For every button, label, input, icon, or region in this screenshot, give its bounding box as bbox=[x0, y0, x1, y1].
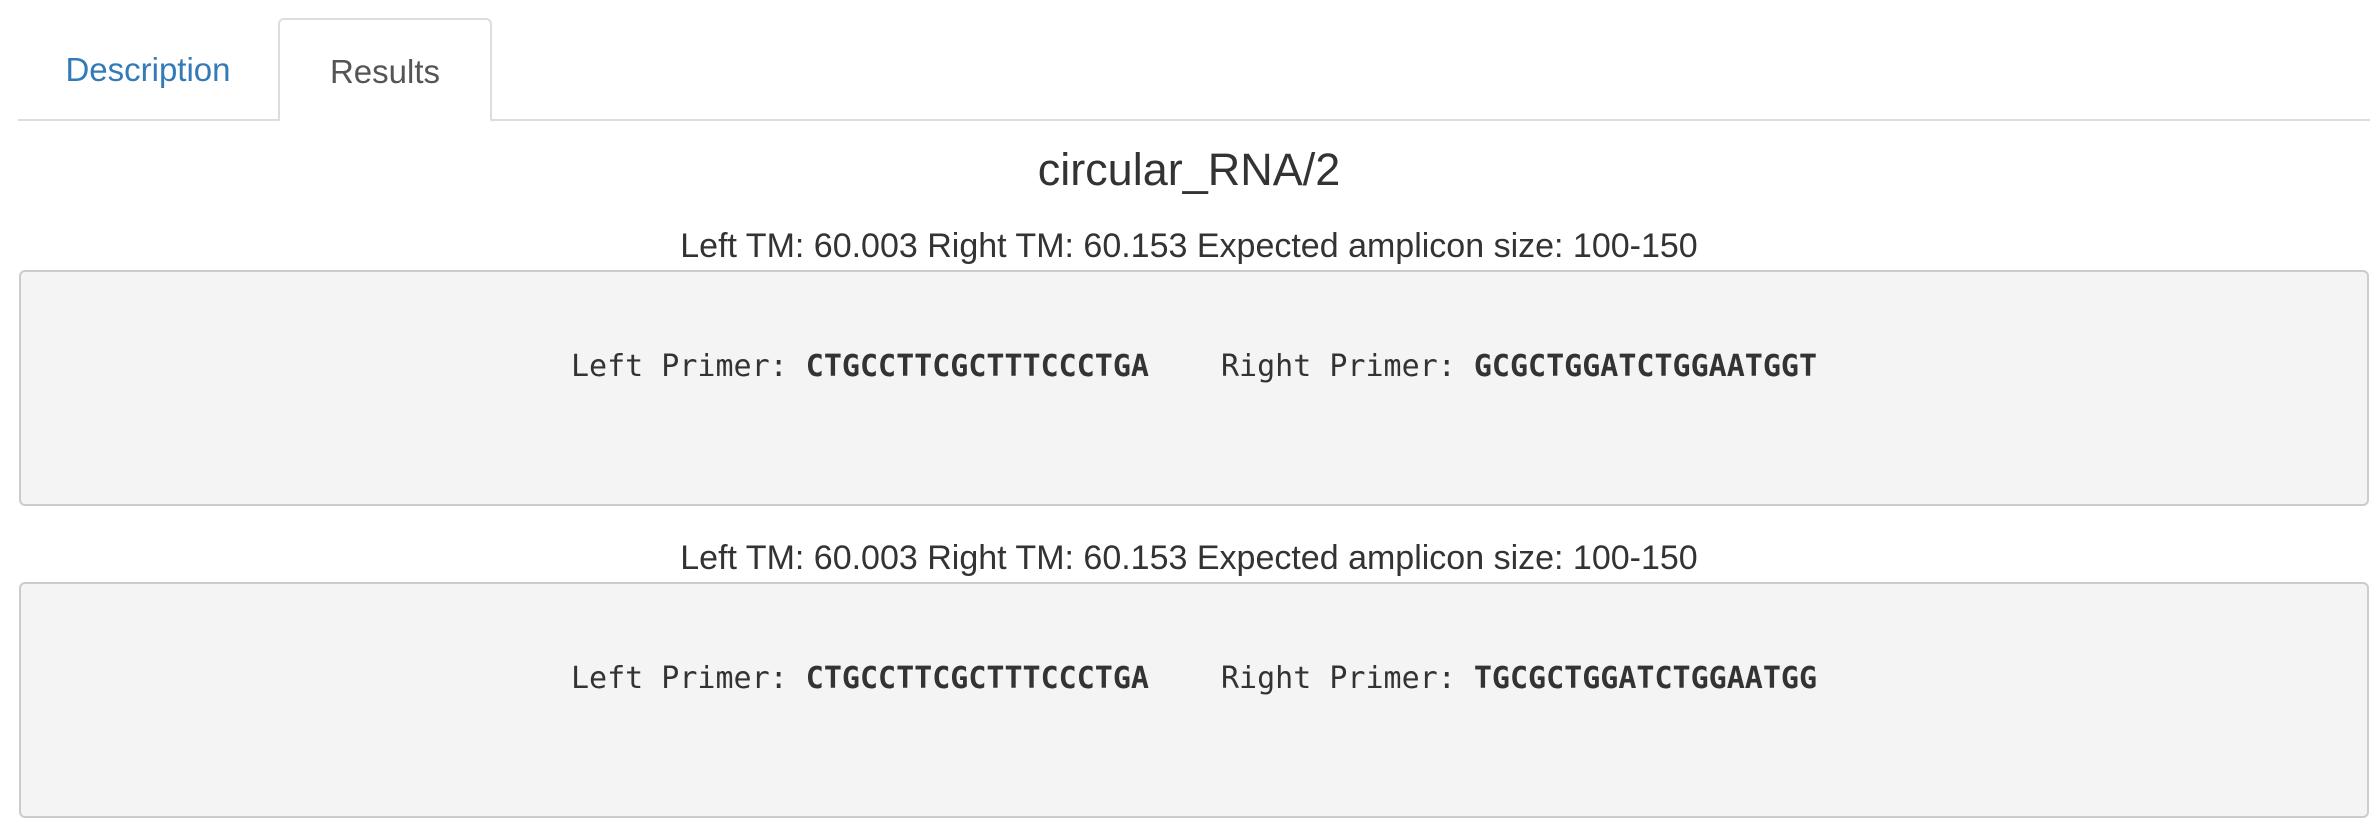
primer-line: Left Primer: CTGCCTTCGCTTTCCCTGA Right Pr… bbox=[21, 659, 2367, 699]
right-primer-label: Right Primer: bbox=[1220, 661, 1474, 696]
primer-box-2: Left Primer: CTGCCTTCGCTTTCCCTGA Right Pr… bbox=[19, 582, 2369, 818]
result-info-2: Left TM: 60.003 Right TM: 60.153 Expecte… bbox=[680, 539, 1698, 577]
left-primer-label: Left Primer: bbox=[570, 349, 806, 384]
left-primer-sequence: CTGCCTTCGCTTTCCCTGA bbox=[805, 349, 1149, 384]
right-primer-label: Right Primer: bbox=[1220, 349, 1474, 384]
left-primer-label: Left Primer: bbox=[570, 661, 806, 696]
tab-bar: Description Results bbox=[18, 0, 2370, 122]
right-primer-sequence: TGCGCTGGATCTGGAATGG bbox=[1473, 661, 1818, 696]
primer-box-1: Left Primer: CTGCCTTCGCTTTCCCTGA Right Pr… bbox=[19, 270, 2369, 506]
left-primer-sequence: CTGCCTTCGCTTTCCCTGA bbox=[805, 661, 1149, 696]
result-info-1: Left TM: 60.003 Right TM: 60.153 Expecte… bbox=[680, 227, 1698, 265]
tab-description[interactable]: Description bbox=[18, 18, 278, 121]
primer-line: Left Primer: CTGCCTTCGCTTTCCCTGA Right Pr… bbox=[21, 347, 2367, 387]
page-title: circular_RNA/2 bbox=[1037, 144, 1341, 195]
right-primer-sequence: GCGCTGGATCTGGAATGGT bbox=[1473, 349, 1818, 384]
tab-results[interactable]: Results bbox=[278, 18, 492, 122]
